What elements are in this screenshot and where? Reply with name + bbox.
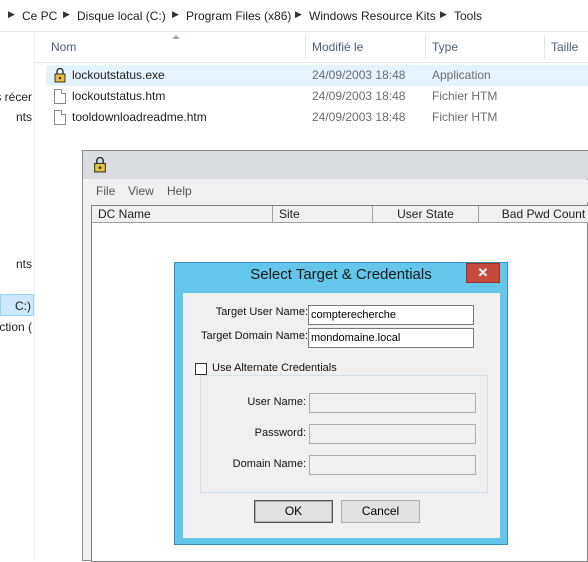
column-header-size[interactable]: Taille [551,40,578,54]
file-row-lockoutstatus-htm[interactable]: lockoutstatus.htm 24/09/2003 18:48 Fichi… [46,86,588,107]
file-name: lockoutstatus.exe [72,68,165,82]
cancel-button[interactable]: Cancel [341,500,420,523]
domain-name-label: Domain Name: [232,458,306,470]
column-divider[interactable] [425,35,426,59]
dialog-title: Select Target & Credentials [250,266,432,283]
column-header-user-state[interactable]: User State [373,206,479,223]
navigation-pane: s récer nts nts C:) ction ( [0,32,35,561]
file-date: 24/09/2003 18:48 [312,68,406,82]
menu-help[interactable]: Help [167,184,192,198]
alternate-credentials-group: User Name: Password: Domain Name: [200,375,488,493]
password-input[interactable] [309,424,476,444]
lock-app-icon [94,157,106,173]
column-header-dc-name[interactable]: DC Name [92,206,273,223]
user-name-label: User Name: [247,396,306,408]
file-date: 24/09/2003 18:48 [312,110,406,124]
chevron-right-icon[interactable]: ▶ [295,9,302,20]
target-domain-label: Target Domain Name: [201,330,308,342]
file-row-lockoutstatus-exe[interactable]: lockoutstatus.exe 24/09/2003 18:48 Appli… [46,65,588,86]
column-header-type[interactable]: Type [432,40,458,54]
column-header-bad-pwd-count[interactable]: Bad Pwd Count [479,206,588,223]
menu-view[interactable]: View [128,184,154,198]
breadcrumb-item-program-files[interactable]: Program Files (x86) [186,9,291,23]
password-label: Password: [254,427,306,439]
chevron-right-icon[interactable]: ▶ [8,9,15,20]
use-alternate-credentials-checkbox[interactable] [195,363,207,375]
breadcrumb-item-ce-pc[interactable]: Ce PC [22,9,57,23]
chevron-right-icon[interactable]: ▶ [63,9,70,20]
file-list-header: Nom Modifié le Type Taille [34,32,588,63]
column-header-site[interactable]: Site [273,206,373,223]
target-user-input[interactable] [308,305,474,325]
app-title-bar[interactable] [83,151,588,179]
column-header-name[interactable]: Nom [51,40,76,54]
lock-app-icon [54,68,66,83]
column-header-modified[interactable]: Modifié le [312,40,363,54]
user-name-input[interactable] [309,393,476,413]
select-target-dialog: Select Target & Credentials ✕ Target Use… [174,262,508,545]
sort-up-icon [172,35,180,39]
chevron-right-icon[interactable]: ▶ [440,9,447,20]
app-menu-bar: File View Help [83,180,588,202]
target-domain-input[interactable] [308,328,474,348]
nav-item-connection[interactable]: ction ( [0,316,34,338]
nav-item-documents-2[interactable]: nts [0,253,34,275]
breadcrumb-item-resource-kits[interactable]: Windows Resource Kits [309,9,436,23]
nav-item-recent[interactable]: s récer [0,86,34,108]
close-icon[interactable]: ✕ [466,263,500,283]
file-type: Fichier HTM [432,89,498,103]
document-icon [54,110,66,125]
file-type: Application [432,68,491,82]
column-divider[interactable] [544,35,545,59]
address-bar[interactable]: ▶ Ce PC ▶ Disque local (C:) ▶ Program Fi… [0,0,588,32]
nav-item-local-disk[interactable]: C:) [0,294,34,316]
column-divider[interactable] [305,35,306,59]
file-row-tooldownloadreadme[interactable]: tooldownloadreadme.htm 24/09/2003 18:48 … [46,107,588,128]
breadcrumb-item-tools[interactable]: Tools [454,9,482,23]
file-date: 24/09/2003 18:48 [312,89,406,103]
breadcrumb-item-disk[interactable]: Disque local (C:) [77,9,166,23]
nav-item-documents[interactable]: nts [0,106,34,128]
target-user-label: Target User Name: [215,306,308,318]
use-alternate-credentials-label[interactable]: Use Alternate Credentials [212,362,337,374]
file-name: lockoutstatus.htm [72,89,166,103]
menu-file[interactable]: File [96,184,115,198]
file-name: tooldownloadreadme.htm [72,110,207,124]
file-type: Fichier HTM [432,110,498,124]
domain-name-input[interactable] [309,455,476,475]
chevron-right-icon[interactable]: ▶ [172,9,179,20]
document-icon [54,89,66,104]
ok-button[interactable]: OK [254,500,333,523]
dialog-body: Target User Name: Target Domain Name: Us… [183,293,500,538]
